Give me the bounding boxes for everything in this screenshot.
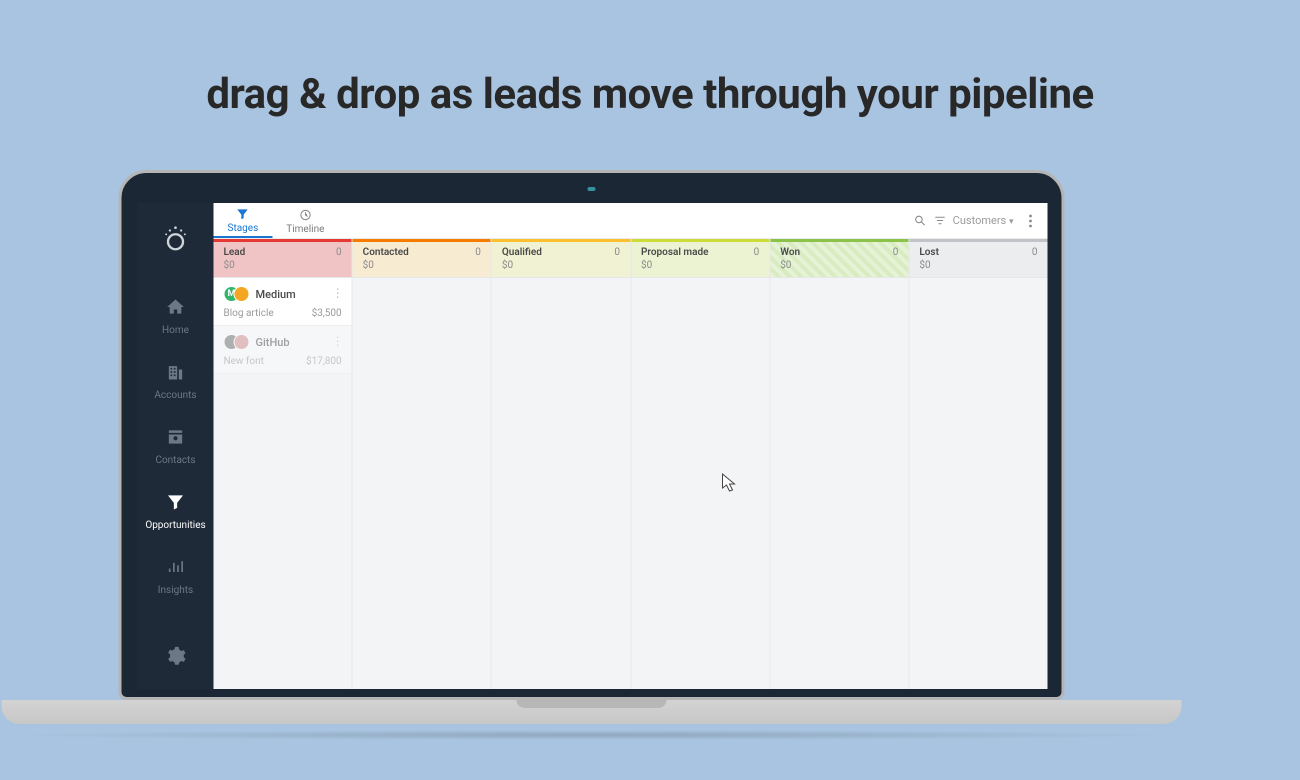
clock-icon <box>298 208 312 222</box>
card-avatars <box>224 334 250 350</box>
stage-name: Won <box>780 247 898 258</box>
laptop-notch <box>517 700 667 708</box>
stage-header: Won 0 $0 <box>770 239 908 278</box>
card-more-icon[interactable]: ⋮ <box>332 334 344 348</box>
home-icon <box>164 295 188 319</box>
stage-header: Proposal made 0 $0 <box>631 239 769 278</box>
stage-name: Contacted <box>363 247 481 258</box>
stage-color-bar <box>214 239 352 242</box>
building-icon <box>164 360 188 384</box>
tab-timeline[interactable]: Timeline <box>272 204 338 237</box>
stage-color-bar <box>631 239 769 242</box>
stage-count: 0 <box>893 247 899 258</box>
stage-column-contacted[interactable]: Contacted 0 $0 <box>353 239 492 689</box>
card-more-icon[interactable]: ⋮ <box>332 286 344 300</box>
laptop-camera-dot <box>588 187 596 191</box>
main: Stages Timeline <box>214 203 1048 689</box>
stage-name: Proposal made <box>641 247 759 258</box>
stage-header: Lost 0 $0 <box>909 239 1047 278</box>
stage-count: 0 <box>1032 247 1038 258</box>
opportunity-card[interactable]: GitHub ⋮ New font $17,800 <box>214 326 352 374</box>
topbar: Stages Timeline <box>214 203 1048 239</box>
sidebar-item-contacts[interactable]: Contacts <box>138 415 214 480</box>
funnel-icon <box>164 490 188 514</box>
stage-color-bar <box>353 239 491 242</box>
stage-header: Contacted 0 $0 <box>353 239 491 278</box>
stage-name: Lead <box>224 247 342 258</box>
stage-color-bar <box>492 239 630 242</box>
stage-amount: $0 <box>224 260 342 271</box>
card-desc: New font <box>224 356 264 367</box>
stage-name: Lost <box>919 247 1037 258</box>
stage-column-lost[interactable]: Lost 0 $0 <box>909 239 1047 689</box>
stage-count: 0 <box>475 247 481 258</box>
stage-column-lead[interactable]: Lead 0 $0 M Mediu <box>214 239 353 689</box>
more-icon[interactable] <box>1024 214 1038 228</box>
sidebar-item-label: Accounts <box>154 390 196 401</box>
pipeline-board: Lead 0 $0 M Mediu <box>214 239 1048 689</box>
stage-amount: $0 <box>780 260 898 271</box>
tab-label: Stages <box>228 223 259 234</box>
stage-column-proposal[interactable]: Proposal made 0 $0 <box>631 239 770 689</box>
filter-icon[interactable] <box>933 214 947 228</box>
stage-name: Qualified <box>502 247 620 258</box>
tab-label: Timeline <box>286 224 324 235</box>
hero-caption: drag & drop as leads move through your p… <box>0 0 1300 119</box>
sidebar-item-home[interactable]: Home <box>138 285 214 350</box>
stage-amount: $0 <box>363 260 481 271</box>
sidebar-item-label: Opportunities <box>145 520 205 531</box>
stage-header: Lead 0 $0 <box>214 239 352 278</box>
stage-color-bar <box>909 239 1047 242</box>
card-avatars: M <box>224 286 250 302</box>
sidebar-item-label: Home <box>162 325 189 336</box>
stage-header: Qualified 0 $0 <box>492 239 630 278</box>
avatar-badge <box>234 334 250 350</box>
stage-column-won[interactable]: Won 0 $0 <box>770 239 909 689</box>
contact-icon <box>164 425 188 449</box>
card-amount: $3,500 <box>312 308 342 319</box>
opportunity-card[interactable]: M Medium ⋮ Blog article $3,500 <box>214 278 352 326</box>
stage-amount: $0 <box>919 260 1037 271</box>
stage-count: 0 <box>614 247 620 258</box>
funnel-small-icon <box>236 207 250 221</box>
stage-count: 0 <box>754 247 760 258</box>
laptop-shadow <box>2 730 1182 740</box>
laptop-mockup: Home Accounts Contacts <box>119 170 1182 740</box>
filter-dropdown[interactable]: Customers ▾ <box>953 214 1014 227</box>
laptop-base <box>2 700 1182 724</box>
avatar-badge <box>234 286 250 302</box>
sidebar-item-opportunities[interactable]: Opportunities <box>138 480 214 545</box>
stage-color-bar <box>770 239 908 242</box>
app-logo-icon <box>161 223 191 253</box>
sidebar-item-label: Contacts <box>155 455 195 466</box>
sidebar-item-insights[interactable]: Insights <box>138 545 214 610</box>
tab-stages[interactable]: Stages <box>214 203 273 238</box>
stage-amount: $0 <box>641 260 759 271</box>
sidebar: Home Accounts Contacts <box>138 203 214 689</box>
stage-column-qualified[interactable]: Qualified 0 $0 <box>492 239 631 689</box>
chevron-down-icon: ▾ <box>1009 217 1014 227</box>
insights-icon <box>164 555 188 579</box>
stage-count: 0 <box>336 247 342 258</box>
filter-name: Customers <box>953 214 1007 227</box>
card-desc: Blog article <box>224 308 274 319</box>
sidebar-item-accounts[interactable]: Accounts <box>138 350 214 415</box>
stage-amount: $0 <box>502 260 620 271</box>
card-account: GitHub <box>256 336 290 349</box>
settings-icon[interactable] <box>165 652 187 671</box>
card-account: Medium <box>256 288 296 301</box>
card-amount: $17,800 <box>306 356 342 367</box>
sidebar-item-label: Insights <box>158 585 193 596</box>
app-screen: Home Accounts Contacts <box>138 203 1048 689</box>
search-icon[interactable] <box>913 214 927 228</box>
